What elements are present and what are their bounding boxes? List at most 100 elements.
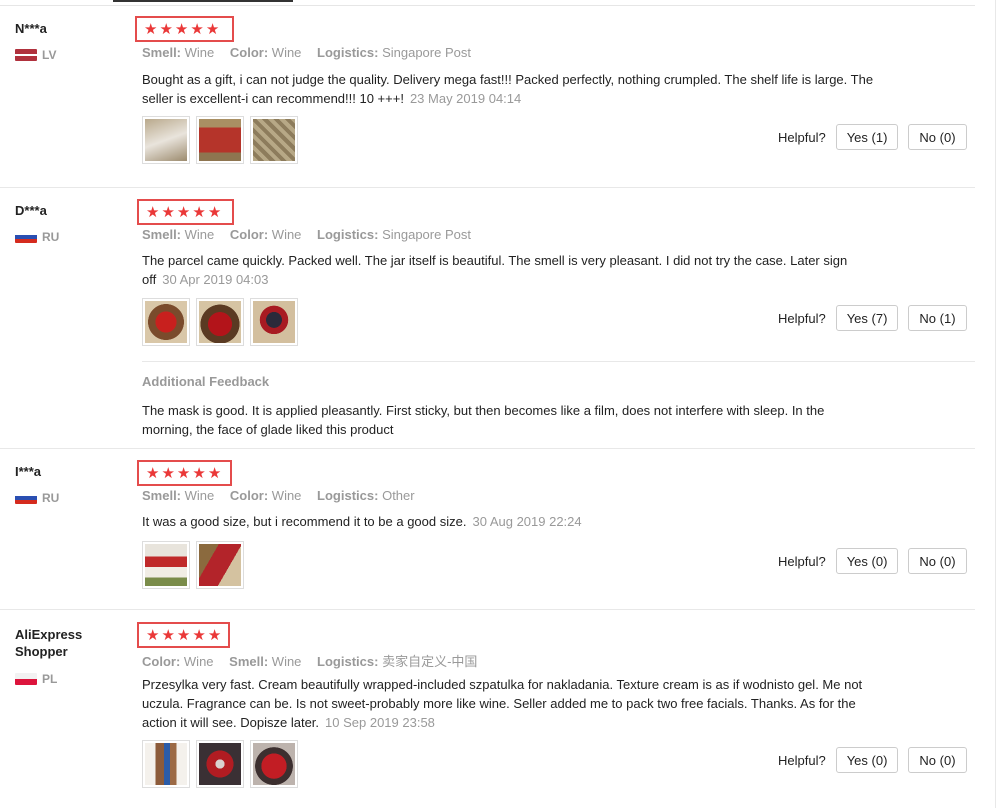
helpful-yes-button[interactable]: Yes (1): [835, 124, 899, 150]
product-attributes: Smell: Wine Color: Wine Logistics: Other: [142, 488, 427, 503]
star-rating: ★ ★ ★ ★ ★: [135, 16, 234, 42]
attr-label: Logistics:: [317, 45, 379, 60]
review-photos: [142, 298, 298, 346]
helpful-vote: Helpful? Yes (7) No (1): [778, 305, 977, 331]
attr-label: Smell:: [142, 45, 182, 60]
star-icon: ★: [207, 203, 222, 221]
attr-label: Color:: [142, 654, 181, 669]
review-photos: [142, 116, 298, 164]
helpful-yes-button[interactable]: Yes (7): [835, 305, 899, 331]
attr-value: Wine: [271, 227, 302, 242]
reviewer-name: I***a: [15, 464, 42, 479]
star-icon: ★: [190, 20, 204, 38]
helpful-vote: Helpful? Yes (0) No (0): [778, 747, 977, 773]
helpful-no-button[interactable]: No (0): [908, 747, 967, 773]
active-tab-indicator: [113, 0, 293, 2]
reviewer-name: AliExpress Shopper: [15, 627, 83, 659]
attr-label: Smell:: [142, 488, 182, 503]
star-icon: ★: [161, 203, 175, 221]
review-photo-thumbnail[interactable]: [250, 740, 298, 788]
reviewer-country: RU: [15, 230, 59, 244]
helpful-yes-button[interactable]: Yes (0): [835, 548, 899, 574]
attr-label: Color:: [229, 45, 269, 60]
review-photos: [142, 541, 244, 589]
review-photo-thumbnail[interactable]: [196, 541, 244, 589]
review-text: It was a good size, but i recommend it t…: [142, 512, 882, 531]
divider: [142, 361, 975, 362]
review-photo-thumbnail[interactable]: [142, 541, 190, 589]
star-icon: ★: [207, 464, 222, 482]
attr-label: Logistics:: [317, 227, 379, 242]
star-icon: ★: [159, 20, 173, 38]
attr-value: Wine: [184, 45, 215, 60]
review-date: 10 Sep 2019 23:58: [325, 715, 435, 730]
star-icon: ★: [176, 626, 191, 644]
star-icon: ★: [192, 626, 206, 644]
helpful-vote: Helpful? Yes (0) No (0): [778, 548, 977, 574]
review-separator: [0, 448, 975, 449]
poland-flag-icon: [15, 673, 37, 685]
star-icon: ★: [192, 464, 206, 482]
attr-value: Other: [382, 488, 415, 503]
review-text: Bought as a gift, i can not judge the qu…: [142, 70, 882, 108]
star-icon: ★: [161, 464, 175, 482]
star-icon: ★: [146, 203, 160, 221]
reviewer-country: LV: [15, 48, 56, 62]
helpful-label: Helpful?: [778, 310, 826, 326]
reviewer-country: PL: [15, 672, 57, 686]
product-attributes: Color: Wine Smell: Wine Logistics: 卖家自定义…: [142, 651, 489, 670]
latvia-flag-icon: [15, 49, 37, 61]
star-icon: ★: [146, 464, 160, 482]
review-photo-thumbnail[interactable]: [196, 116, 244, 164]
review-photo-thumbnail[interactable]: [196, 740, 244, 788]
star-icon: ★: [176, 464, 191, 482]
attr-value: Wine: [271, 654, 302, 669]
country-code: PL: [42, 672, 58, 686]
attr-value: Wine: [184, 488, 215, 503]
review-photo-thumbnail[interactable]: [142, 298, 190, 346]
country-code: LV: [42, 48, 57, 62]
attr-value: Singapore Post: [382, 45, 471, 60]
review-separator: [0, 609, 975, 610]
review-photo-thumbnail[interactable]: [196, 298, 244, 346]
attr-label: Logistics:: [317, 654, 379, 669]
helpful-label: Helpful?: [778, 553, 826, 569]
helpful-label: Helpful?: [778, 129, 826, 145]
additional-feedback-text: The mask is good. It is applied pleasant…: [142, 403, 825, 437]
review-photos: [142, 740, 298, 788]
review-text: The parcel came quickly. Packed well. Th…: [142, 251, 882, 289]
additional-feedback-title: Additional Feedback: [142, 374, 270, 389]
reviewer-name: D***a: [15, 203, 47, 218]
country-code: RU: [42, 491, 60, 505]
review-date: 30 Apr 2019 04:03: [162, 272, 269, 287]
russia-flag-icon: [15, 492, 37, 504]
review-text: Przesylka very fast. Cream beautifully w…: [142, 675, 882, 732]
review-photo-thumbnail[interactable]: [142, 740, 190, 788]
attr-value: Wine: [183, 654, 214, 669]
reviewer-country: RU: [15, 491, 59, 505]
star-icon: ★: [146, 626, 160, 644]
helpful-yes-button[interactable]: Yes (0): [835, 747, 899, 773]
helpful-no-button[interactable]: No (0): [908, 548, 967, 574]
star-icon: ★: [176, 203, 191, 221]
helpful-no-button[interactable]: No (0): [908, 124, 967, 150]
product-attributes: Smell: Wine Color: Wine Logistics: Singa…: [142, 45, 483, 60]
country-code: RU: [42, 230, 60, 244]
attr-value: Wine: [271, 488, 302, 503]
review-photo-thumbnail[interactable]: [250, 116, 298, 164]
star-icon: ★: [144, 20, 158, 38]
helpful-label: Helpful?: [778, 752, 826, 768]
attr-label: Smell:: [142, 227, 182, 242]
review-photo-thumbnail[interactable]: [142, 116, 190, 164]
attr-label: Logistics:: [317, 488, 379, 503]
attr-label: Color:: [229, 227, 269, 242]
star-icon: ★: [192, 203, 206, 221]
attr-label: Color:: [229, 488, 269, 503]
divider: [995, 0, 996, 808]
product-attributes: Smell: Wine Color: Wine Logistics: Singa…: [142, 227, 483, 242]
star-icon: ★: [205, 20, 220, 38]
review-separator: [0, 187, 975, 188]
review-photo-thumbnail[interactable]: [250, 298, 298, 346]
helpful-no-button[interactable]: No (1): [908, 305, 967, 331]
attr-value: Wine: [184, 227, 215, 242]
